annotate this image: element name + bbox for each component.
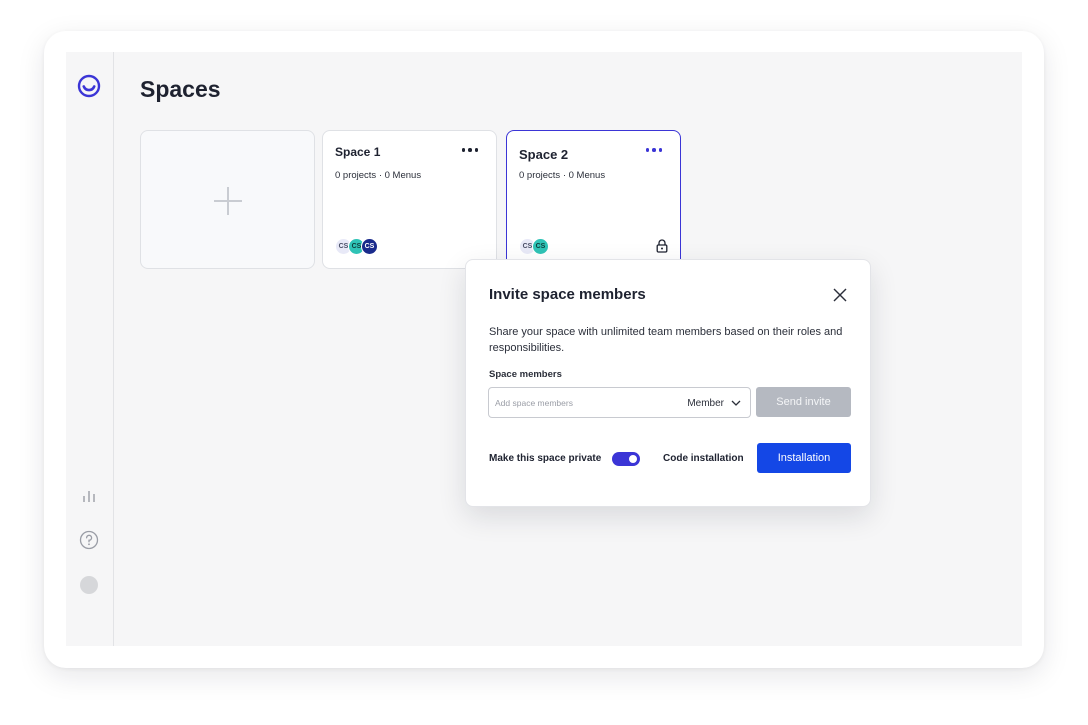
space-card-selected[interactable]: Space 2 0 projects · 0 Menus CS CS — [506, 130, 681, 269]
modal-title: Invite space members — [489, 286, 646, 303]
send-invite-button[interactable]: Send invite — [756, 387, 851, 417]
space-members-label: Space members — [489, 369, 562, 380]
help-icon[interactable] — [79, 530, 99, 550]
member-avatar: CS — [361, 238, 378, 255]
code-installation-label: Code installation — [663, 453, 744, 464]
page-title: Spaces — [140, 76, 221, 102]
more-options-icon[interactable] — [461, 148, 478, 152]
lock-icon — [656, 239, 668, 253]
space-meta: 0 projects · 0 Menus — [335, 170, 422, 181]
modal-description: Share your space with unlimited team mem… — [489, 326, 843, 354]
chevron-down-icon — [731, 400, 741, 406]
space-name: Space 2 — [519, 147, 569, 162]
installation-button[interactable]: Installation — [757, 443, 851, 473]
role-select[interactable]: Member — [687, 394, 742, 412]
invite-modal: Invite space members Share your space wi… — [465, 259, 871, 507]
space-meta: 0 projects · 0 Menus — [519, 170, 606, 181]
logo-icon[interactable] — [77, 74, 101, 98]
private-toggle-label: Make this space private — [489, 453, 602, 464]
analytics-icon[interactable] — [79, 486, 99, 506]
member-avatars: CS CS CS — [335, 238, 378, 255]
user-avatar[interactable] — [80, 576, 98, 594]
sidebar — [66, 52, 114, 646]
private-toggle[interactable] — [612, 452, 640, 466]
close-icon[interactable] — [832, 287, 848, 303]
member-avatar: CS — [532, 238, 549, 255]
space-members-input-wrapper: Member — [488, 387, 751, 418]
add-space-card[interactable] — [140, 130, 315, 269]
plus-icon — [214, 187, 242, 215]
more-options-icon[interactable] — [645, 148, 662, 152]
space-name: Space 1 — [335, 145, 381, 159]
space-card[interactable]: Space 1 0 projects · 0 Menus CS CS CS — [322, 130, 497, 269]
space-members-input[interactable] — [495, 394, 675, 412]
role-select-value: Member — [687, 397, 724, 409]
member-avatars: CS CS — [519, 238, 549, 255]
